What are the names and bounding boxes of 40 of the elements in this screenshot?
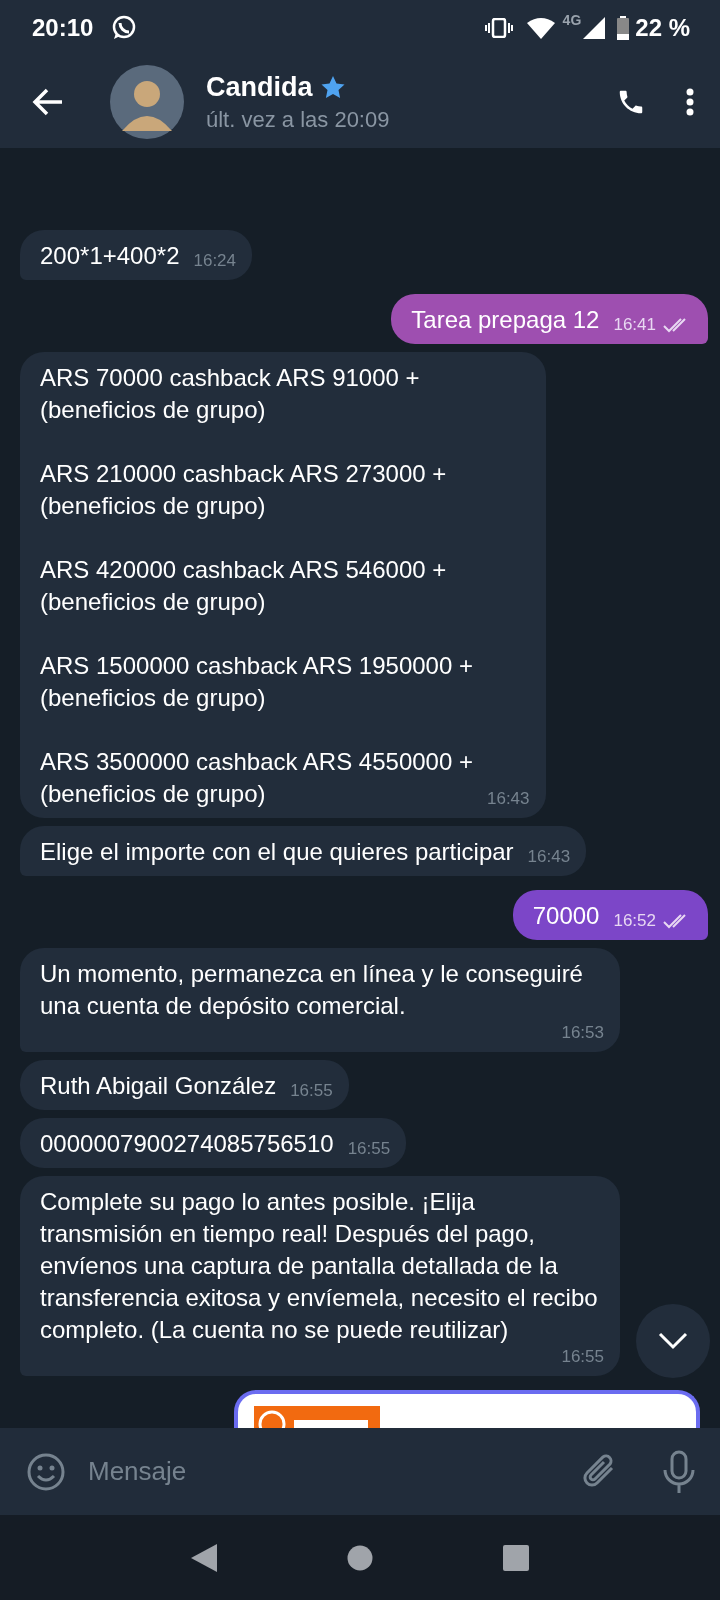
emoji-icon[interactable] [26,1451,66,1492]
microphone-icon[interactable] [662,1449,696,1494]
battery-icon [617,16,630,40]
network-type: 4G [562,12,582,28]
signal-icon [583,17,606,39]
message-time: 16:52 [613,910,656,932]
back-button[interactable] [32,88,64,116]
message-text: Elige el importe con el que quieres participar [40,837,514,867]
recents-nav-button[interactable] [503,1544,529,1571]
clock: 20:10 [32,14,94,42]
wifi-icon [526,17,555,39]
chat-app-icon [111,15,138,41]
contact-name: Candida [206,71,313,103]
message-input[interactable]: Mensaje [86,1455,562,1488]
message-text: Un momento, permanezca en línea y le conseguiré una cuenta de depósito comercial. [40,959,584,1021]
last-seen: últ. vez a las 20:09 [206,106,391,133]
message-time: 16:55 [290,1080,333,1102]
message-time: 16:24 [193,250,237,272]
back-nav-button[interactable] [191,1543,217,1572]
message-time: 16:53 [561,1022,604,1044]
message-text: Complete su pago lo antes posible. ¡Elija transmisión en tiempo real! Después del pago, envíenos una captura de pantalla detallada de la transferencia exitosa y envíemela, necesito el recibo completo. (La cuenta no se puede reutilizar) [40,1187,599,1345]
battery-level: 22 % [635,14,690,42]
more-options-button[interactable] [686,88,694,116]
message-time: 16:41 [613,314,656,336]
image-card[interactable] [234,1390,700,1428]
message-time: 16:43 [527,846,571,868]
message-text: 70000 [532,901,600,931]
home-nav-button[interactable] [347,1544,373,1571]
message-composer[interactable]: Mensaje [0,1428,720,1515]
avatar[interactable] [110,65,184,139]
chevron-down-icon [658,1332,688,1350]
message-text: ARS 70000 cashback ARS 91000 + (beneficios de grupo) ARS 210000 cashback ARS 273000 + (beneficios de grupo) ARS 420000 cashback ARS 546000 + (beneficios de grupo) ARS 1500000 cashback ARS 1950000 + (beneficios de grupo) ARS 3500000 cashback ARS 4550000 + (beneficios de grupo) [40,363,473,809]
message-text: 0000007900274085756510 [40,1129,334,1159]
message-time: 16:55 [347,1138,391,1160]
vibrate-icon [484,18,513,38]
message-time: 16:55 [561,1346,604,1368]
message-time: 16:43 [487,788,530,810]
message-text: Ruth Abigail González [40,1071,277,1101]
message-text: Tarea prepaga 12 [411,305,600,335]
message-text: 200*1+400*2 [40,241,180,271]
